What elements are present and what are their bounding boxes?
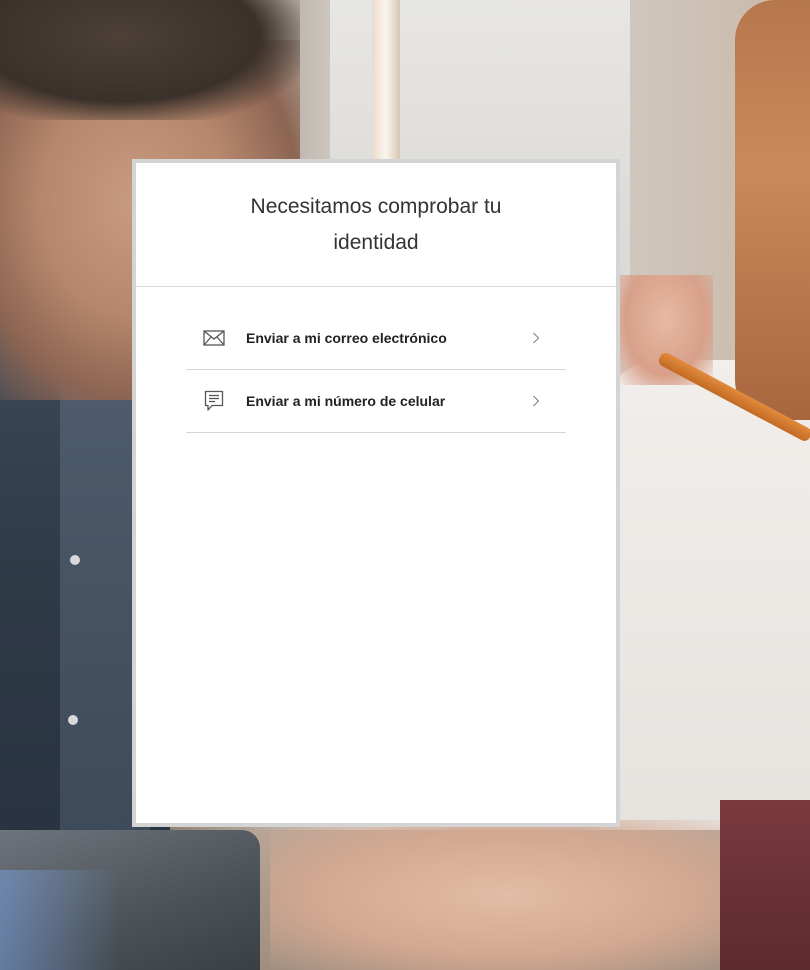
option-label: Enviar a mi número de celular bbox=[246, 393, 446, 409]
person-right-hair bbox=[735, 0, 810, 420]
option-label: Enviar a mi correo electrónico bbox=[246, 330, 447, 346]
person-left-hair bbox=[0, 0, 300, 120]
identity-verification-modal: Necesitamos comprobar tu identidad Envia… bbox=[132, 159, 620, 827]
blue-accent bbox=[0, 870, 120, 970]
chevron-right-icon bbox=[528, 393, 544, 409]
chevron-right-icon bbox=[528, 330, 544, 346]
shirt-button bbox=[70, 555, 80, 565]
modal-header: Necesitamos comprobar tu identidad bbox=[136, 163, 616, 287]
option-send-email[interactable]: Enviar a mi correo electrónico bbox=[186, 307, 566, 370]
modal-title: Necesitamos comprobar tu identidad bbox=[250, 194, 502, 254]
person-right-top bbox=[600, 360, 810, 830]
person-right-hand bbox=[618, 275, 713, 385]
chat-message-icon bbox=[202, 389, 226, 413]
background-doorframe bbox=[372, 0, 400, 160]
option-send-phone[interactable]: Enviar a mi número de celular bbox=[186, 370, 566, 433]
shirt-button bbox=[68, 715, 78, 725]
verification-options-list: Enviar a mi correo electrónico Enviar a … bbox=[186, 307, 566, 433]
envelope-icon bbox=[202, 326, 226, 350]
person-right-sleeve bbox=[720, 800, 810, 970]
hands bbox=[270, 820, 740, 970]
